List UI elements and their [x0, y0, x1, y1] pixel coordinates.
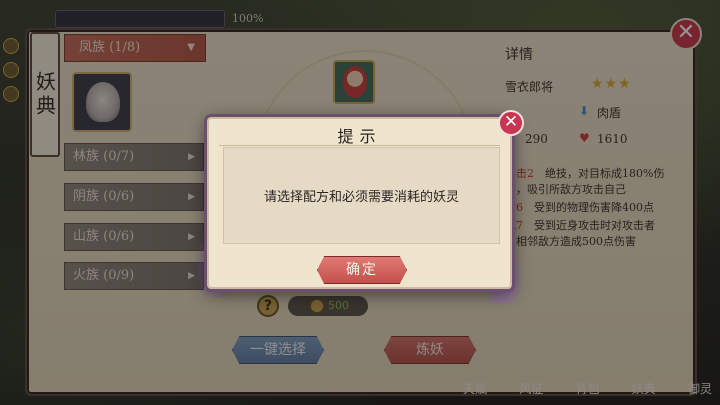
confirm-button[interactable]: 确定: [317, 256, 407, 284]
prompt-dialog: 提示 请选择配方和必须需要消耗的妖灵 确定: [207, 117, 512, 289]
close-icon: ✕: [503, 112, 519, 132]
dialog-close-button[interactable]: ✕: [498, 110, 524, 136]
dialog-title: 提示: [337, 127, 382, 146]
dialog-divider: [219, 145, 500, 146]
dialog-message: 请选择配方和必须需要消耗的妖灵: [223, 147, 500, 244]
